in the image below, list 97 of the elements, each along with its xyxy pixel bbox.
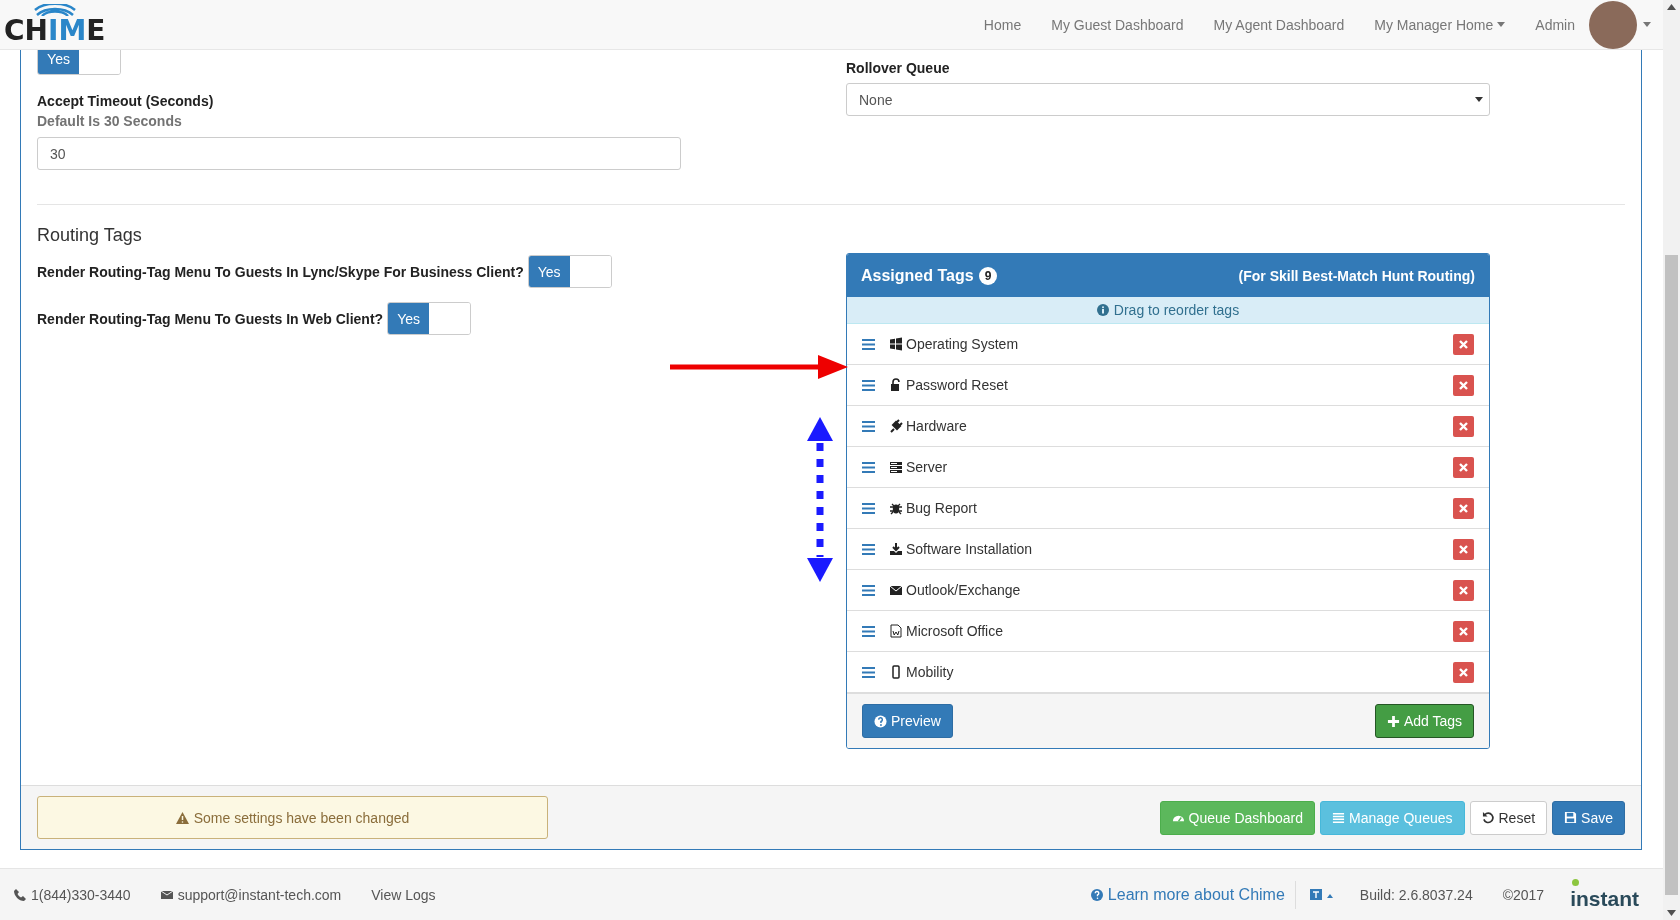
action-button[interactable]: Reset xyxy=(1469,800,1548,835)
remove-button[interactable] xyxy=(1453,333,1474,355)
yes-no-toggle[interactable]: Yes xyxy=(37,50,121,75)
undo-icon xyxy=(1481,811,1495,824)
remove-button[interactable] xyxy=(1453,620,1474,642)
close-icon xyxy=(1459,339,1468,349)
drag-handle-icon[interactable] xyxy=(862,625,875,637)
plus-icon xyxy=(1386,714,1400,728)
bug-icon xyxy=(889,501,903,515)
scrollbar[interactable] xyxy=(1663,0,1680,920)
yes-no-toggle[interactable]: Yes xyxy=(387,302,472,335)
remove-button[interactable] xyxy=(1453,415,1474,437)
caret-icon xyxy=(1475,97,1483,102)
scroll-up-icon[interactable] xyxy=(1667,4,1676,10)
windows-icon xyxy=(889,337,903,351)
warning-icon xyxy=(175,811,189,824)
option-label: Render Routing-Tag Menu To Guests In Web Client? xyxy=(37,310,384,327)
close-icon xyxy=(1459,421,1468,431)
build-version: Build: 2.6.8037.24 xyxy=(1359,886,1473,903)
scroll-down-icon[interactable] xyxy=(1667,910,1676,916)
envelope-icon xyxy=(160,888,173,901)
tag-label: Hardware xyxy=(906,418,967,434)
help-icon xyxy=(1090,888,1103,901)
drag-handle-icon[interactable] xyxy=(862,461,875,473)
nav-link[interactable]: My Manager Home xyxy=(1374,16,1506,33)
close-icon xyxy=(1459,503,1468,513)
save-icon xyxy=(1564,811,1578,824)
preview-button[interactable]: Preview xyxy=(862,704,953,738)
remove-button[interactable] xyxy=(1453,579,1474,601)
instant-logo: instant xyxy=(1570,877,1639,912)
wifi-arcs-icon xyxy=(32,3,77,16)
remove-button[interactable] xyxy=(1453,538,1474,560)
count-badge: 9 xyxy=(978,266,998,285)
remove-button[interactable] xyxy=(1453,374,1474,396)
close-icon xyxy=(1459,380,1468,390)
field-label: Rollover Queue xyxy=(846,60,951,76)
download-icon xyxy=(889,542,903,556)
drag-handle-icon[interactable] xyxy=(862,379,875,391)
phone-number: 1(844)330-3440 xyxy=(31,886,131,903)
option-label: Render Routing-Tag Menu To Guests In Lync/Skype For Business Client? xyxy=(37,263,524,280)
tag-label: Server xyxy=(906,459,948,475)
tag-label: Outlook/Exchange xyxy=(906,582,1021,598)
tag-label: Password Reset xyxy=(906,377,1008,393)
phone-icon xyxy=(14,888,26,901)
timeout-input[interactable]: 30 xyxy=(37,137,681,170)
help-icon xyxy=(874,714,887,728)
close-icon xyxy=(1459,667,1468,677)
tag-label: Mobility xyxy=(906,664,954,680)
close-icon xyxy=(1459,585,1468,595)
remove-button[interactable] xyxy=(1453,661,1474,683)
warning-text: Some settings have been changed xyxy=(193,809,410,826)
drag-handle-icon[interactable] xyxy=(862,543,875,555)
yes-no-toggle[interactable]: Yes xyxy=(527,255,612,288)
document-icon xyxy=(889,624,903,638)
action-button[interactable]: Queue Dashboard xyxy=(1159,800,1315,835)
add-tags-button[interactable]: Add Tags xyxy=(1374,704,1474,738)
drag-handle-icon[interactable] xyxy=(862,584,875,596)
drag-handle-icon[interactable] xyxy=(862,666,875,678)
view-logs-link[interactable]: View Logs xyxy=(371,886,436,903)
close-icon xyxy=(1459,462,1468,472)
remove-button[interactable] xyxy=(1453,456,1474,478)
section-heading: Routing Tags xyxy=(37,225,143,246)
remove-button[interactable] xyxy=(1453,497,1474,519)
plug-icon xyxy=(889,419,903,433)
list-icon xyxy=(1331,811,1345,824)
chime-logo[interactable]: CHIME xyxy=(4,15,106,46)
email-link[interactable]: support@instant-tech.com xyxy=(177,886,342,903)
info-text: Drag to reorder tags xyxy=(1113,302,1240,318)
drag-handle-icon[interactable] xyxy=(862,420,875,432)
rollover-queue-select[interactable]: None xyxy=(846,83,1490,116)
drag-handle-icon[interactable] xyxy=(862,338,875,350)
tag-label: Operating System xyxy=(906,336,1019,352)
action-button[interactable]: Save xyxy=(1552,800,1625,835)
phone-icon xyxy=(889,665,903,679)
panel-subtitle: (For Skill Best-Match Hunt Routing) xyxy=(1238,267,1475,284)
server-icon xyxy=(889,460,903,474)
drag-handle-icon[interactable] xyxy=(862,502,875,514)
nav-link[interactable]: Home xyxy=(983,16,1022,33)
tag-label: Microsoft Office xyxy=(906,623,1003,639)
close-icon xyxy=(1459,544,1468,554)
info-icon xyxy=(1096,304,1109,316)
unlock-icon xyxy=(889,378,903,392)
learn-more-link[interactable]: Learn more about Chime xyxy=(1090,885,1285,904)
language-icon[interactable] xyxy=(1309,887,1334,902)
field-hint: Default Is 30 Seconds xyxy=(37,113,183,129)
nav-link[interactable]: My Agent Dashboard xyxy=(1213,16,1345,33)
caret-icon xyxy=(1643,22,1651,27)
envelope-icon xyxy=(889,583,903,597)
copyright-text: ©2017 xyxy=(1502,886,1545,903)
tag-label: Software Installation xyxy=(906,541,1033,557)
nav-link[interactable]: Admin xyxy=(1535,16,1575,33)
field-label: Accept Timeout (Seconds) xyxy=(37,93,215,109)
close-icon xyxy=(1459,626,1468,636)
tag-label: Bug Report xyxy=(906,500,977,516)
avatar[interactable] xyxy=(1589,0,1637,49)
panel-title: Assigned Tags xyxy=(861,266,974,285)
nav-link[interactable]: My Guest Dashboard xyxy=(1051,16,1184,33)
